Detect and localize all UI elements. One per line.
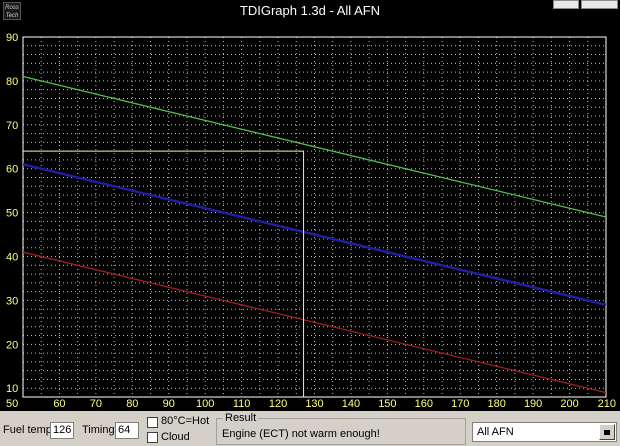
x-tick-label: 160: [415, 398, 433, 410]
close-button[interactable]: [581, 0, 618, 9]
y-tick-label: 30: [6, 295, 18, 307]
y-tick-label: 50: [6, 208, 18, 220]
y-tick-label: 90: [6, 32, 18, 44]
result-group-title: Result: [223, 412, 259, 424]
x-tick-label: 190: [524, 398, 542, 410]
x-tick-label: 130: [305, 398, 323, 410]
control-panel: Fuel temp 126 Timing 64 80°C=Hot Cloud R…: [0, 411, 620, 446]
fuel-temp-label: Fuel temp: [3, 424, 52, 436]
result-text: Engine (ECT) not warm enough!: [222, 428, 380, 440]
chart-area: 10 20 30 40 50 60 70 80 90 50 60 70 80 90 100 110 120 130…: [0, 22, 620, 411]
hot-checkbox[interactable]: [147, 417, 158, 428]
x-tick-label: 70: [90, 398, 102, 410]
x-tick-label: 100: [196, 398, 214, 410]
window-title: TDIGraph 1.3d - All AFN: [239, 3, 381, 18]
x-tick-label: 180: [488, 398, 506, 410]
x-tick-label: 140: [342, 398, 360, 410]
x-tick-label: 90: [163, 398, 175, 410]
x-tick-label: 120: [269, 398, 287, 410]
x-tick-label: 80: [126, 398, 138, 410]
timing-label: Timing: [82, 424, 115, 436]
y-tick-label: 20: [6, 339, 18, 351]
x-tick-label: 200: [560, 398, 578, 410]
x-tick-label: 60: [53, 398, 65, 410]
x-tick-label: 50: [6, 398, 18, 410]
dropdown-arrow-icon[interactable]: [599, 424, 615, 440]
y-tick-label: 70: [6, 120, 18, 132]
cloud-checkbox[interactable]: [147, 432, 158, 443]
x-tick-label: 110: [233, 398, 251, 410]
x-tick-label: 150: [378, 398, 396, 410]
hot-checkbox-label: 80°C=Hot: [161, 415, 210, 427]
x-tick-label: 210: [598, 398, 616, 410]
timing-chart: 10 20 30 40 50 60 70 80 90 50 60 70 80 90 100 110 120 130…: [6, 32, 616, 410]
x-tick-label: 170: [451, 398, 469, 410]
title-bar: Ross Tech TDIGraph 1.3d - All AFN: [0, 0, 620, 23]
y-tick-label: 60: [6, 164, 18, 176]
engine-select-value: All AFN: [477, 426, 514, 438]
cloud-checkbox-label: Cloud: [161, 431, 190, 443]
y-tick-label: 10: [6, 383, 18, 395]
engine-select[interactable]: All AFN: [472, 422, 617, 442]
minimize-button[interactable]: [553, 0, 579, 9]
fuel-temp-field[interactable]: 126: [50, 422, 74, 439]
y-tick-label: 40: [6, 252, 18, 264]
y-tick-label: 80: [6, 76, 18, 88]
timing-field[interactable]: 64: [115, 422, 139, 439]
